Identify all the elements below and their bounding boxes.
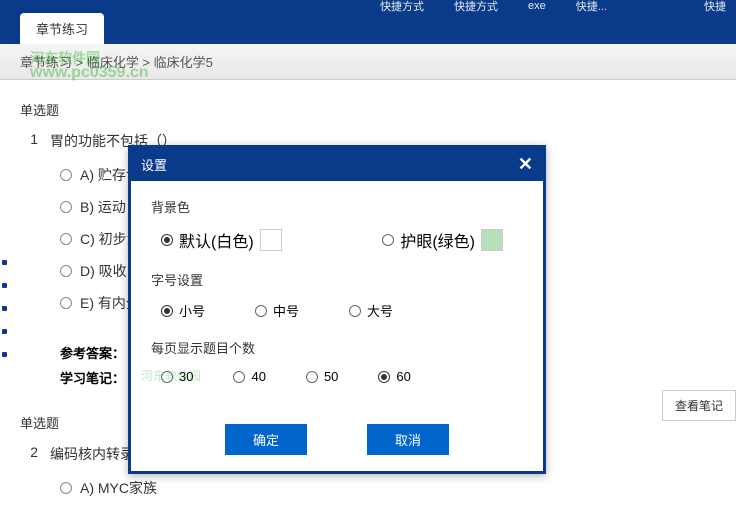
cancel-button[interactable]: 取消 xyxy=(367,424,449,455)
bg-eye-option[interactable]: 护眼(绿色) xyxy=(382,228,503,252)
modal-title: 设置 xyxy=(141,155,167,174)
question-2-options: A) MYC家族 xyxy=(60,478,726,498)
font-size-label: 字号设置 xyxy=(151,270,523,289)
tab-bar: 章节练习 xyxy=(0,12,736,44)
font-medium-option[interactable]: 中号 xyxy=(255,301,299,320)
perpage-50-option[interactable]: 50 xyxy=(306,369,338,384)
ok-button[interactable]: 确定 xyxy=(225,424,307,455)
radio-icon xyxy=(60,297,72,309)
breadcrumb: 章节练习 > 临床化学 > 临床化学5 xyxy=(20,52,716,71)
per-page-label: 每页显示题目个数 xyxy=(151,338,523,357)
radio-icon xyxy=(306,371,318,383)
view-notes-button[interactable]: 查看笔记 xyxy=(662,390,736,421)
left-indicator xyxy=(2,260,6,375)
white-swatch xyxy=(260,229,282,251)
modal-header: 设置 ✕ xyxy=(131,148,543,181)
option-a[interactable]: A) MYC家族 xyxy=(60,478,726,498)
radio-icon xyxy=(60,201,72,213)
radio-icon xyxy=(382,234,394,246)
perpage-30-option[interactable]: 30 xyxy=(161,369,193,384)
modal-footer: 确定 取消 xyxy=(131,412,543,471)
question-number: 1 xyxy=(20,131,38,151)
settings-modal: 设置 ✕ 背景色 默认(白色) 护眼(绿色) 字号设置 小号 xyxy=(128,145,546,474)
radio-selected-icon xyxy=(161,305,173,317)
answer-label: 参考答案： xyxy=(60,346,125,361)
radio-icon xyxy=(349,305,361,317)
radio-selected-icon xyxy=(378,371,390,383)
notes-label: 学习笔记： xyxy=(60,371,125,386)
per-page-section: 每页显示题目个数 河东软件园 30 40 50 60 xyxy=(151,338,523,384)
question-number: 2 xyxy=(20,444,38,464)
font-small-option[interactable]: 小号 xyxy=(161,301,205,320)
perpage-60-option[interactable]: 60 xyxy=(378,369,410,384)
radio-icon xyxy=(60,169,72,181)
green-swatch xyxy=(481,229,503,251)
top-menu-bar: 快捷方式 快捷方式 exe 快捷... 快捷 xyxy=(0,0,736,12)
radio-icon xyxy=(233,371,245,383)
bg-default-option[interactable]: 默认(白色) xyxy=(161,228,282,252)
radio-icon xyxy=(60,265,72,277)
radio-icon xyxy=(60,482,72,494)
radio-selected-icon xyxy=(161,234,173,246)
radio-icon xyxy=(60,233,72,245)
close-icon[interactable]: ✕ xyxy=(518,154,533,175)
section-title-1: 单选题 xyxy=(20,100,726,119)
tab-chapter-practice[interactable]: 章节练习 xyxy=(20,13,104,44)
radio-icon xyxy=(255,305,267,317)
radio-icon xyxy=(161,371,173,383)
breadcrumb-bar: 河东软件园 章节练习 > 临床化学 > 临床化学5 www.pc0359.cn xyxy=(0,44,736,80)
perpage-40-option[interactable]: 40 xyxy=(233,369,265,384)
font-large-option[interactable]: 大号 xyxy=(349,301,393,320)
bg-color-section: 背景色 默认(白色) 护眼(绿色) xyxy=(151,197,523,252)
bg-color-label: 背景色 xyxy=(151,197,523,216)
modal-body: 背景色 默认(白色) 护眼(绿色) 字号设置 小号 中号 大号 xyxy=(131,181,543,412)
font-size-section: 字号设置 小号 中号 大号 xyxy=(151,270,523,320)
